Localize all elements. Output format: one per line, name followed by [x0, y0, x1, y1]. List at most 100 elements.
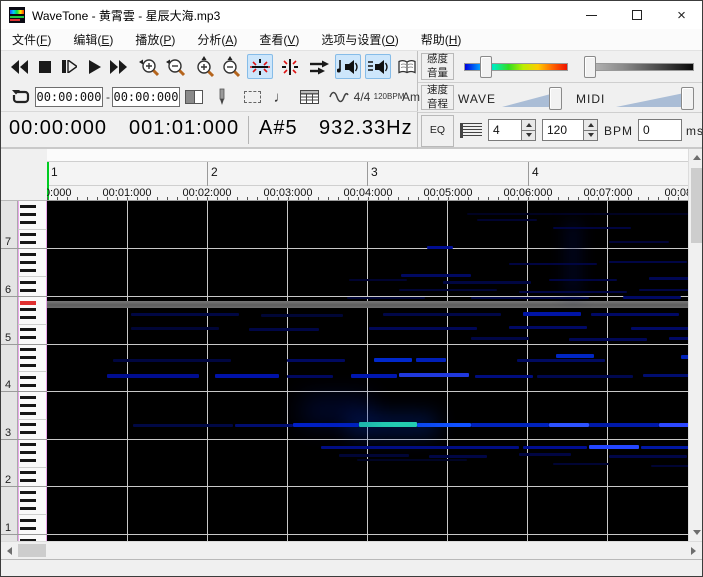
spectrogram[interactable]: [47, 201, 688, 541]
black-key[interactable]: [20, 289, 36, 292]
menu-item-1[interactable]: 编辑(E): [62, 28, 124, 51]
black-key[interactable]: [20, 479, 36, 482]
black-key[interactable]: [20, 396, 36, 399]
black-key[interactable]: [20, 412, 36, 415]
sensitivity-label: 感度: [427, 53, 448, 66]
menu-item-5[interactable]: 选项与设置(O): [310, 28, 409, 51]
black-key[interactable]: [20, 213, 36, 216]
bpm-spinner[interactable]: 120: [542, 119, 598, 141]
bpm-down-button[interactable]: [584, 130, 597, 141]
black-key[interactable]: [20, 507, 36, 510]
black-key[interactable]: [20, 491, 36, 494]
ruler-tick: [197, 197, 198, 200]
black-key[interactable]: [20, 348, 36, 351]
vertical-scroll-thumb[interactable]: [691, 168, 703, 243]
zoom-in-horizontal-button[interactable]: [137, 54, 161, 79]
black-key[interactable]: [20, 253, 36, 256]
zoom-out-horizontal-button[interactable]: [163, 54, 187, 79]
note-input-button[interactable]: ♩: [273, 85, 289, 109]
black-key[interactable]: [20, 443, 36, 446]
black-key[interactable]: [20, 233, 36, 236]
scroll-up-button[interactable]: [689, 149, 703, 166]
black-key[interactable]: [20, 261, 36, 264]
highlighted-key[interactable]: [20, 301, 36, 305]
stop-button[interactable]: [33, 54, 57, 79]
black-key[interactable]: [20, 519, 36, 522]
bpm-up-button[interactable]: [584, 120, 597, 130]
black-key[interactable]: [20, 423, 36, 426]
title-bar[interactable]: WaveTone - 黄霄雲 - 星辰大海.mp3 ×: [1, 1, 703, 29]
black-key[interactable]: [20, 459, 36, 462]
black-key[interactable]: [20, 356, 36, 359]
range-end-field[interactable]: 00:00:000: [112, 87, 180, 107]
black-key[interactable]: [20, 241, 36, 244]
staff-icon[interactable]: [460, 123, 482, 138]
volume-slider-thumb[interactable]: [584, 56, 596, 78]
black-key[interactable]: [20, 316, 36, 319]
black-key[interactable]: [20, 384, 36, 387]
black-key[interactable]: [20, 499, 36, 502]
waveform-view-button[interactable]: [327, 85, 351, 109]
meter-label[interactable]: 4/4: [351, 85, 373, 109]
black-key[interactable]: [20, 281, 36, 284]
pause-play-button[interactable]: [57, 54, 81, 79]
rewind-button[interactable]: [7, 54, 31, 79]
range-start-field[interactable]: 00:00:000: [35, 87, 103, 107]
minimize-button[interactable]: [569, 1, 614, 29]
play-button[interactable]: [83, 54, 107, 79]
tempo-label[interactable]: 120BPM: [377, 85, 401, 109]
black-key[interactable]: [20, 527, 36, 530]
pencil-button[interactable]: [213, 85, 231, 109]
loop-button[interactable]: [9, 85, 33, 109]
horizontal-scrollbar[interactable]: [1, 541, 703, 559]
swap-direction-button[interactable]: [307, 54, 331, 79]
scroll-right-button[interactable]: [685, 542, 702, 559]
score-view-button[interactable]: [395, 54, 419, 79]
measure-row[interactable]: 1234: [47, 162, 688, 186]
horizontal-scroll-thumb[interactable]: [18, 544, 46, 557]
zoom-in-vertical-button[interactable]: [193, 54, 217, 79]
black-key[interactable]: [20, 205, 36, 208]
black-key[interactable]: [20, 308, 36, 311]
midi-sound-button[interactable]: [365, 54, 391, 79]
black-key[interactable]: [20, 376, 36, 379]
black-key[interactable]: [20, 221, 36, 224]
marker-strip[interactable]: [47, 149, 688, 162]
menu-item-6[interactable]: 帮助(H): [410, 28, 473, 51]
sensitivity-slider-thumb[interactable]: [480, 56, 492, 78]
close-button[interactable]: ×: [659, 1, 703, 29]
black-key[interactable]: [20, 328, 36, 331]
black-key[interactable]: [20, 364, 36, 367]
beats-up-button[interactable]: [522, 120, 535, 130]
fast-forward-button[interactable]: [107, 54, 131, 79]
midi-slider-thumb[interactable]: [681, 87, 694, 110]
wave-sound-button[interactable]: [335, 54, 361, 79]
note-list-button[interactable]: [297, 85, 321, 109]
time-ruler[interactable]: 1234 00:00:00000:01:00000:02:00000:03:00…: [47, 149, 688, 201]
beats-down-button[interactable]: [522, 130, 535, 141]
select-range-button[interactable]: [241, 85, 263, 109]
piano-keyboard[interactable]: 7654321: [1, 201, 47, 541]
volume-slider-track[interactable]: [588, 63, 694, 71]
wave-slider-thumb[interactable]: [549, 87, 562, 110]
maximize-button[interactable]: [614, 1, 659, 29]
menu-item-0[interactable]: 文件(F): [1, 28, 62, 51]
black-key[interactable]: [20, 431, 36, 434]
menu-item-2[interactable]: 播放(P): [124, 28, 186, 51]
ms-field[interactable]: 0: [638, 119, 682, 141]
zoom-out-vertical-button[interactable]: [219, 54, 243, 79]
scroll-down-button[interactable]: [689, 524, 703, 541]
split-view-button[interactable]: [183, 85, 205, 109]
beats-spinner[interactable]: 4: [488, 119, 536, 141]
fold-display-button[interactable]: [247, 54, 273, 79]
black-key[interactable]: [20, 451, 36, 454]
black-key[interactable]: [20, 471, 36, 474]
black-key[interactable]: [20, 404, 36, 407]
menu-item-3[interactable]: 分析(A): [186, 28, 248, 51]
vertical-scrollbar[interactable]: [688, 149, 703, 541]
scroll-left-button[interactable]: [1, 542, 18, 559]
black-key[interactable]: [20, 269, 36, 272]
menu-item-4[interactable]: 查看(V): [248, 28, 310, 51]
unfold-display-button[interactable]: [277, 54, 303, 79]
black-key[interactable]: [20, 336, 36, 339]
